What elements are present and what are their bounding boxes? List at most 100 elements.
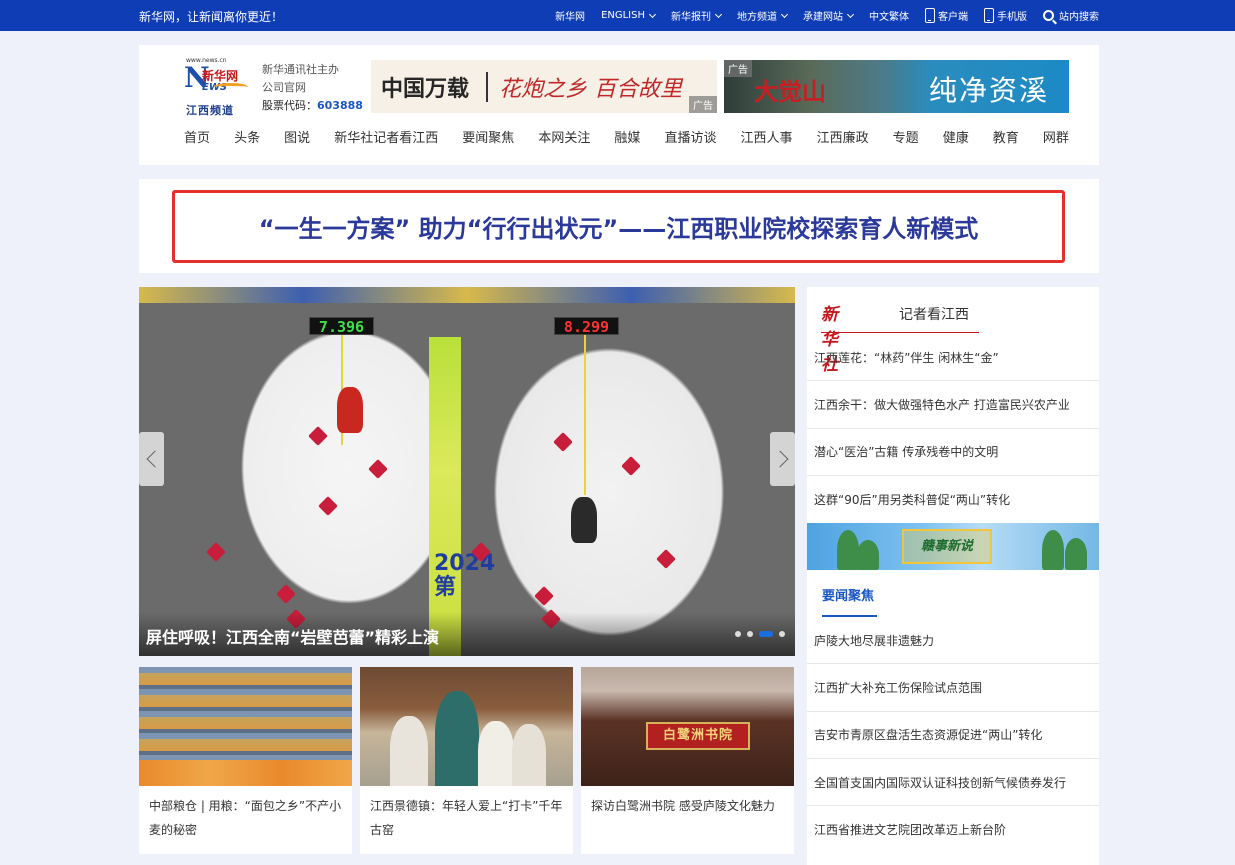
nav-item[interactable]: 本网关注 (538, 127, 590, 146)
slider-dot[interactable] (735, 631, 741, 637)
slider-prev-button[interactable] (139, 432, 164, 486)
mobile-version-link[interactable]: 手机版 (984, 8, 1027, 23)
climber (337, 387, 363, 433)
ad-banner-wanzai[interactable]: 中国万载 花炮之乡 百合故里 广告 (371, 60, 717, 113)
stock-code: 股票代码：603888 (262, 97, 363, 115)
top-link-newspapers[interactable]: 新华报刊 (671, 8, 723, 23)
stock-code-link[interactable]: 603888 (317, 99, 363, 112)
climbing-hold (276, 584, 296, 604)
headline-card: “一生一方案” 助力“行行出状元”——江西职业院校探索育人新模式 (139, 179, 1099, 273)
climbing-hold (621, 456, 641, 476)
event-banner-text: 2024第 (434, 551, 496, 600)
list-item[interactable]: 吉安市青原区盘活生态资源促进“两山”转化 (807, 712, 1099, 759)
rope (584, 335, 586, 495)
ad2-mountain: 大觉山 (754, 77, 826, 106)
chevron-down-icon (846, 10, 855, 18)
list-item[interactable]: 江西扩大补充工伤保险试点范围 (807, 664, 1099, 712)
list-item[interactable]: 这群“90后”用另类科普促“两山”转化 (807, 476, 1099, 523)
top-link-xinhuanet[interactable]: 新华网 (555, 8, 585, 23)
top-link-local-channels[interactable]: 地方频道 (737, 8, 789, 23)
score-display-right: 8.299 (554, 317, 619, 336)
nav-item[interactable]: 健康 (943, 127, 969, 146)
news-card[interactable]: 江西景德镇：年轻人爱上“打卡”千年古窑 (360, 667, 573, 854)
chevron-right-icon (771, 450, 788, 468)
nav-item[interactable]: 首页 (184, 127, 210, 146)
ad1-slogan: 花炮之乡 百合故里 (499, 77, 682, 102)
top-link-label: 新华报刊 (671, 12, 711, 23)
nav-item[interactable]: 江西人事 (741, 127, 793, 146)
ad-tag: 广告 (689, 96, 717, 113)
headline-link[interactable]: “一生一方案” 助力“行行出状元”——江西职业院校探索育人新模式 (172, 190, 1065, 263)
slider-dot[interactable] (747, 631, 753, 637)
top-link-traditional[interactable]: 中文繁体 (869, 8, 909, 23)
top-link-label: 新华网 (555, 12, 586, 23)
news-card-caption[interactable]: 探访白鹭洲书院 感受庐陵文化魅力 (581, 786, 794, 818)
academy-plaque: 白鹭洲书院 (646, 722, 750, 750)
chevron-left-icon (146, 450, 163, 468)
slider-caption[interactable]: 屏住呼吸！江西全南“岩壁芭蕾”精彩上演 (139, 612, 795, 656)
site-header: www.news.cn N 新华网 EWS 江西频道 新华通讯社主办 公司官网 … (139, 45, 1099, 165)
site-logo[interactable]: www.news.cn N 新华网 EWS 江西频道 (184, 57, 250, 117)
top-link-english[interactable]: ENGLISH (601, 10, 657, 21)
list-item[interactable]: 江西余干：做大做强特色水产 打造富民兴农产业 (807, 381, 1099, 429)
nav-item[interactable]: 融媒 (614, 127, 640, 146)
climbing-hold (206, 542, 226, 562)
list-item[interactable]: 江西省推进文艺院团改革迈上新台阶 (807, 806, 1099, 853)
slider-next-button[interactable] (770, 432, 795, 486)
news-card[interactable]: 中部粮仓 | 用粮：“面包之乡”不产小麦的秘密 (139, 667, 352, 854)
chevron-down-icon (714, 10, 723, 18)
photo-slider[interactable]: 7.396 8.299 2024第 屏住呼吸！江西全南“岩壁芭蕾”精彩上演 (139, 287, 795, 656)
news-focus-list: 庐陵大地尽展非遗魅力 江西扩大补充工伤保险试点范围 吉安市青原区盘活生态资源促进… (807, 617, 1099, 853)
nav-item[interactable]: 教育 (993, 127, 1019, 146)
climbing-hold (656, 549, 676, 569)
top-link-label: 中文繁体 (869, 12, 909, 23)
xinhua-list: 江西莲花：“林药”伴生 闲林生“金” 江西余干：做大做强特色水产 打造富民兴农产… (807, 334, 1099, 523)
nav-item[interactable]: 图说 (284, 127, 310, 146)
client-app-link[interactable]: 客户端 (925, 8, 968, 23)
news-card-caption[interactable]: 江西景德镇：年轻人爱上“打卡”千年古窑 (360, 786, 573, 842)
list-item[interactable]: 江西莲花：“林药”伴生 闲林生“金” (807, 334, 1099, 382)
news-card-caption[interactable]: 中部粮仓 | 用粮：“面包之乡”不产小麦的秘密 (139, 786, 352, 842)
news-card[interactable]: 白鹭洲书院 探访白鹭洲书院 感受庐陵文化魅力 (581, 667, 794, 854)
right-column: 新华社 记者看江西 江西莲花：“林药”伴生 闲林生“金” 江西余干：做大做强特色… (807, 287, 1099, 865)
chevron-down-icon (648, 10, 657, 18)
tree-decoration (1042, 530, 1064, 570)
promo-frame: 赣事新说 (902, 529, 992, 564)
slider-dot[interactable] (779, 631, 785, 637)
news-card-image[interactable]: 白鹭洲书院 (581, 667, 794, 786)
person (435, 691, 479, 786)
nav-item[interactable]: 头条 (234, 127, 260, 146)
climbing-hold (318, 496, 338, 516)
site-search-label: 站内搜索 (1059, 12, 1099, 23)
ad-banner-zixi[interactable]: 广告 大觉山 纯净资溪 (724, 60, 1069, 113)
nav-item[interactable]: 专题 (893, 127, 919, 146)
nav-item[interactable]: 网群 (1043, 127, 1069, 146)
nav-item[interactable]: 新华社记者看江西 (334, 127, 438, 146)
promo-text: 赣事新说 (920, 539, 973, 554)
news-focus-title[interactable]: 要闻聚焦 (822, 585, 874, 604)
person (478, 721, 514, 786)
host-line2: 公司官网 (262, 81, 306, 94)
climbing-hold (308, 426, 328, 446)
news-card-image[interactable] (360, 667, 573, 786)
promo-banner[interactable]: 赣事新说 (807, 523, 1099, 570)
site-search-link[interactable]: 站内搜索 (1043, 8, 1099, 23)
list-item[interactable]: 潜心“医治”古籍 传承残卷中的文明 (807, 429, 1099, 476)
list-item[interactable]: 全国首支国内国际双认证科技创新气候债券发行 (807, 759, 1099, 807)
main-nav: 首页 头条 图说 新华社记者看江西 要闻聚焦 本网关注 融媒 直播访谈 江西人事… (184, 127, 1069, 146)
host-info: 新华通讯社主办 公司官网 股票代码：603888 (262, 61, 363, 115)
top-link-sites[interactable]: 承建网站 (803, 8, 855, 23)
list-item[interactable]: 庐陵大地尽展非遗魅力 (807, 617, 1099, 665)
top-bar: 新华网，让新闻离你更近！ 新华网 ENGLISH 新华报刊 地方频道 承建网站 … (0, 0, 1235, 31)
nav-item[interactable]: 直播访谈 (664, 127, 716, 146)
nav-item[interactable]: 要闻聚焦 (462, 127, 514, 146)
logo-channel: 江西频道 (186, 104, 234, 117)
news-card-image[interactable] (139, 667, 352, 786)
slider-dot-active[interactable] (759, 631, 773, 637)
nav-item[interactable]: 江西廉政 (817, 127, 869, 146)
chevron-down-icon (780, 10, 789, 18)
tree-decoration (837, 530, 859, 570)
top-links: 新华网 ENGLISH 新华报刊 地方频道 承建网站 中文繁体 客户端 手机版 … (539, 0, 1099, 31)
tree-decoration (857, 540, 879, 570)
top-link-label: 地方频道 (737, 12, 777, 23)
